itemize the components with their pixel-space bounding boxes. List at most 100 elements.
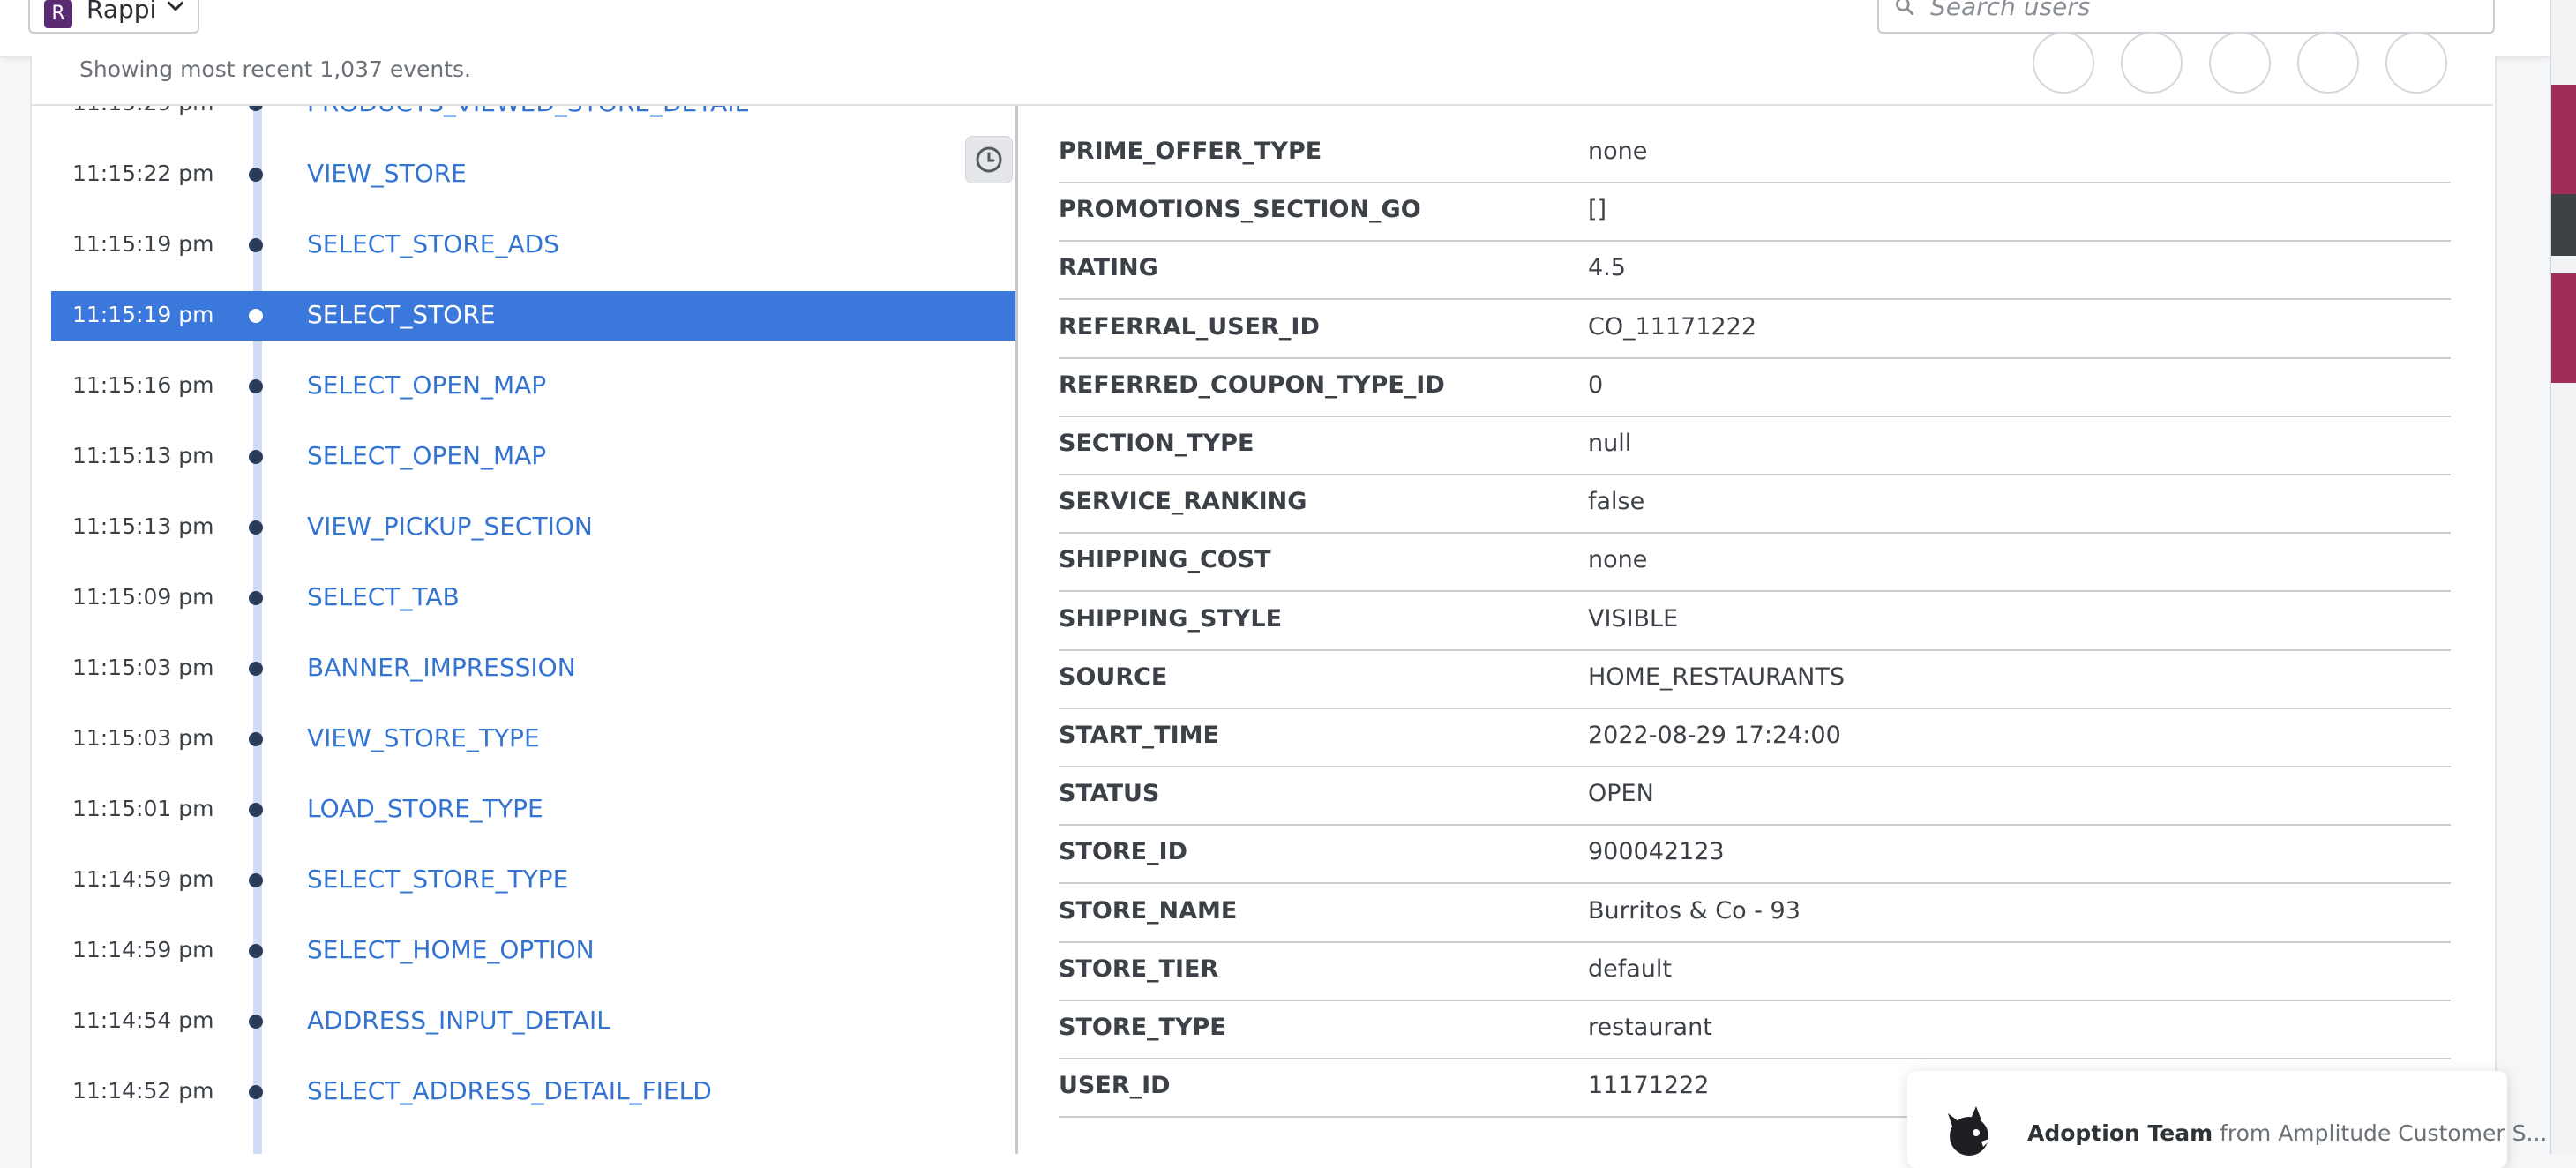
timeline-dot: [249, 520, 263, 535]
timeline-dot: [249, 803, 263, 817]
property-key: STATUS: [1059, 780, 1160, 808]
timeline-dot: [249, 309, 263, 323]
event-name-link[interactable]: VIEW_PICKUP_SECTION: [307, 512, 593, 541]
edge-tile: [2551, 85, 2576, 194]
event-time: 11:15:29 pm: [72, 106, 249, 116]
event-name-link[interactable]: LOAD_STORE_TYPE: [307, 794, 543, 823]
timeline-event-row[interactable]: 11:14:54 pm ADDRESS_INPUT_DETAIL: [51, 997, 1016, 1046]
dragon-avatar-icon: [1948, 1106, 1992, 1156]
property-value: Burritos & Co - 93: [1588, 896, 1801, 925]
edge-tile: [2551, 194, 2576, 256]
event-time: 11:15:19 pm: [72, 302, 214, 327]
property-key: STORE_ID: [1059, 838, 1188, 866]
property-row: START_TIME 2022-08-29 17:24:00: [1059, 708, 2451, 767]
search-input[interactable]: [1928, 0, 2479, 23]
property-value: restaurant: [1588, 1014, 1712, 1041]
timeline-event-row[interactable]: 11:15:19 pm SELECT_STORE: [51, 291, 1016, 341]
timeline-event-row[interactable]: 11:15:03 pm VIEW_STORE_TYPE: [51, 715, 1016, 764]
chat-sender-suffix: from Amplitude Customer S...: [2213, 1120, 2548, 1146]
event-time: 11:15:13 pm: [72, 513, 214, 539]
property-value: default: [1588, 955, 1673, 983]
property-key: PROMOTIONS_SECTION_GO: [1059, 196, 1421, 224]
event-name-link[interactable]: SELECT_OPEN_MAP: [307, 371, 546, 400]
event-name-link[interactable]: VIEW_STORE_TYPE: [307, 723, 540, 752]
property-row: SHIPPING_STYLE VISIBLE: [1059, 591, 2451, 651]
event-time: 11:15:13 pm: [72, 443, 214, 468]
property-value: false: [1588, 488, 1645, 516]
timeline-dot: [249, 168, 263, 182]
chat-sender: Adoption Team: [2027, 1120, 2213, 1146]
timeline-event-row[interactable]: 11:15:09 pm SELECT_TAB: [51, 573, 1016, 623]
property-row: SERVICE_RANKING false: [1059, 474, 2451, 535]
timeline-event-row[interactable]: 11:15:01 pm LOAD_STORE_TYPE: [51, 785, 1016, 835]
event-name-link[interactable]: VIEW_STORE: [307, 159, 467, 188]
event-name-link[interactable]: SELECT_OPEN_MAP: [307, 441, 546, 470]
event-name-link[interactable]: SELECT_ADDRESS_DETAIL_FIELD: [307, 1076, 712, 1105]
property-row: STATUS OPEN: [1059, 766, 2451, 827]
timeline-event-row[interactable]: 11:15:13 pm SELECT_OPEN_MAP: [51, 432, 1016, 482]
timeline-event-row[interactable]: 11:15:16 pm SELECT_OPEN_MAP: [51, 362, 1016, 411]
property-key: STORE_TYPE: [1059, 1014, 1226, 1041]
property-key: SHIPPING_COST: [1059, 546, 1271, 574]
timeline-dot: [249, 944, 263, 958]
property-key: REFERRAL_USER_ID: [1059, 312, 1320, 341]
edge-tile: [2551, 273, 2576, 383]
org-selector[interactable]: R Rappi: [28, 0, 199, 34]
timeline-dot: [249, 732, 263, 746]
adjacent-window-edge: [2550, 0, 2576, 1154]
view-option-button[interactable]: [2121, 32, 2183, 94]
property-row: REFERRED_COUPON_TYPE_ID 0: [1059, 357, 2451, 417]
org-name: Rappi: [86, 0, 157, 24]
event-name-link[interactable]: SELECT_STORE_ADS: [307, 229, 559, 258]
timeline-event-row[interactable]: 11:14:59 pm SELECT_STORE_TYPE: [51, 856, 1016, 905]
property-row: STORE_ID 900042123: [1059, 824, 2451, 885]
event-name-link[interactable]: ADDRESS_INPUT_DETAIL: [307, 1006, 610, 1035]
timeline-event-row[interactable]: 11:15:19 pm SELECT_STORE_ADS: [51, 221, 1016, 270]
history-button[interactable]: [965, 136, 1013, 183]
property-value: 11171222: [1588, 1072, 1710, 1100]
event-name-link[interactable]: SELECT_HOME_OPTION: [307, 935, 595, 964]
event-time: 11:15:09 pm: [72, 584, 214, 610]
view-option-button[interactable]: [2033, 32, 2094, 94]
property-value: 2022-08-29 17:24:00: [1588, 722, 1841, 749]
event-time: 11:14:59 pm: [72, 866, 214, 892]
event-time: 11:15:01 pm: [72, 796, 214, 821]
timeline-event-row[interactable]: 11:15:13 pm VIEW_PICKUP_SECTION: [51, 503, 1016, 552]
timeline-event-row[interactable]: 11:14:52 pm SELECT_ADDRESS_DETAIL_FIELD: [51, 1067, 1016, 1117]
property-value: VISIBLE: [1588, 604, 1679, 633]
user-search[interactable]: [1877, 0, 2495, 34]
timeline-event-row[interactable]: 11:14:59 pm SELECT_HOME_OPTION: [51, 926, 1016, 976]
view-option-button[interactable]: [2385, 32, 2447, 94]
property-row: SHIPPING_COST none: [1059, 532, 2451, 593]
timeline-dot: [249, 1015, 263, 1029]
property-value: OPEN: [1588, 780, 1654, 808]
timeline-dot: [249, 873, 263, 887]
property-key: SECTION_TYPE: [1059, 430, 1254, 457]
chat-message-preview: Adoption Team from Amplitude Customer S.…: [2027, 1120, 2547, 1146]
timeline-dot: [249, 450, 263, 464]
event-name-link[interactable]: BANNER_IMPRESSION: [307, 653, 576, 682]
event-name-link[interactable]: SELECT_TAB: [307, 582, 460, 611]
event-name-link[interactable]: SELECT_STORE: [307, 300, 495, 329]
event-name-link[interactable]: SELECT_STORE_TYPE: [307, 865, 568, 894]
property-key: SOURCE: [1059, 663, 1168, 691]
property-row: SOURCE HOME_RESTAURANTS: [1059, 649, 2451, 709]
event-name-link[interactable]: PRODUCTS_VIEWED_STORE_DETAIL: [307, 106, 748, 117]
event-timeline: 11:15:29 pmPRODUCTS_VIEWED_STORE_DETAIL1…: [30, 106, 1016, 1154]
timeline-event-row[interactable]: 11:15:22 pm VIEW_STORE: [51, 150, 1016, 199]
property-value: []: [1588, 196, 1607, 224]
timeline-event-row[interactable]: 11:15:29 pm PRODUCTS_VIEWED_STORE_DETAIL: [51, 106, 1016, 129]
event-count-summary: Showing most recent 1,037 events.: [79, 56, 472, 82]
view-option-button[interactable]: [2297, 32, 2359, 94]
property-value: null: [1588, 430, 1632, 457]
timeline-dot: [249, 591, 263, 605]
property-row: SECTION_TYPE null: [1059, 416, 2451, 475]
timeline-event-row[interactable]: 11:15:03 pm BANNER_IMPRESSION: [51, 644, 1016, 693]
property-key: PRIME_OFFER_TYPE: [1059, 138, 1322, 165]
property-row: RATING 4.5: [1059, 240, 2451, 301]
event-properties-panel: PRIME_OFFER_TYPE none PROMOTIONS_SECTION_G…: [1018, 106, 2493, 1154]
property-value: none: [1588, 546, 1648, 574]
event-time: 11:15:03 pm: [72, 655, 214, 680]
property-row: PRIME_OFFER_TYPE none: [1059, 124, 2451, 183]
view-option-button[interactable]: [2209, 32, 2271, 94]
